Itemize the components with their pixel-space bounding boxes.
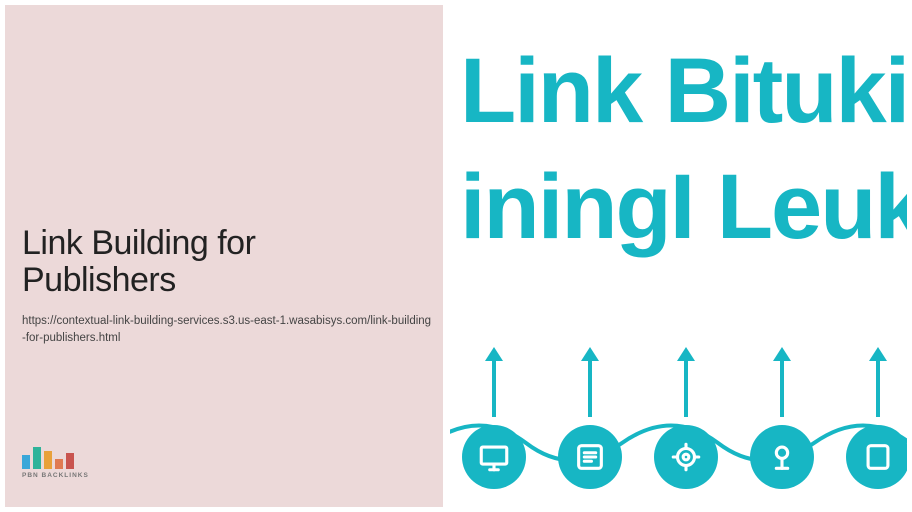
brand-logo: PBN BACKLINKS <box>22 443 92 479</box>
right-graphic-panel: Link Bituking iningI Leukits <box>450 5 907 507</box>
brand-logo-bars-icon <box>22 443 92 469</box>
arrow-up-icon <box>581 347 599 417</box>
brand-logo-caption: PBN BACKLINKS <box>22 472 92 479</box>
gear-icon <box>654 425 718 489</box>
graphic-headline-line-1: Link Bituking <box>460 39 907 144</box>
arrow-up-icon <box>485 347 503 417</box>
arrow-up-icon <box>869 347 887 417</box>
source-url-text: https://contextual-link-building-service… <box>22 313 432 346</box>
canvas: Link Building for Publishers https://con… <box>0 0 912 512</box>
icon-chain-graphic <box>450 297 907 507</box>
monitor-icon <box>462 425 526 489</box>
page-title: Link Building for Publishers <box>22 225 372 300</box>
arrow-up-icon <box>677 347 695 417</box>
arrow-up-icon <box>773 347 791 417</box>
pin-icon <box>750 425 814 489</box>
left-panel: Link Building for Publishers https://con… <box>5 5 443 507</box>
document-icon <box>846 425 907 489</box>
graphic-headline-line-2: iningI Leukits <box>460 155 907 260</box>
list-icon <box>558 425 622 489</box>
